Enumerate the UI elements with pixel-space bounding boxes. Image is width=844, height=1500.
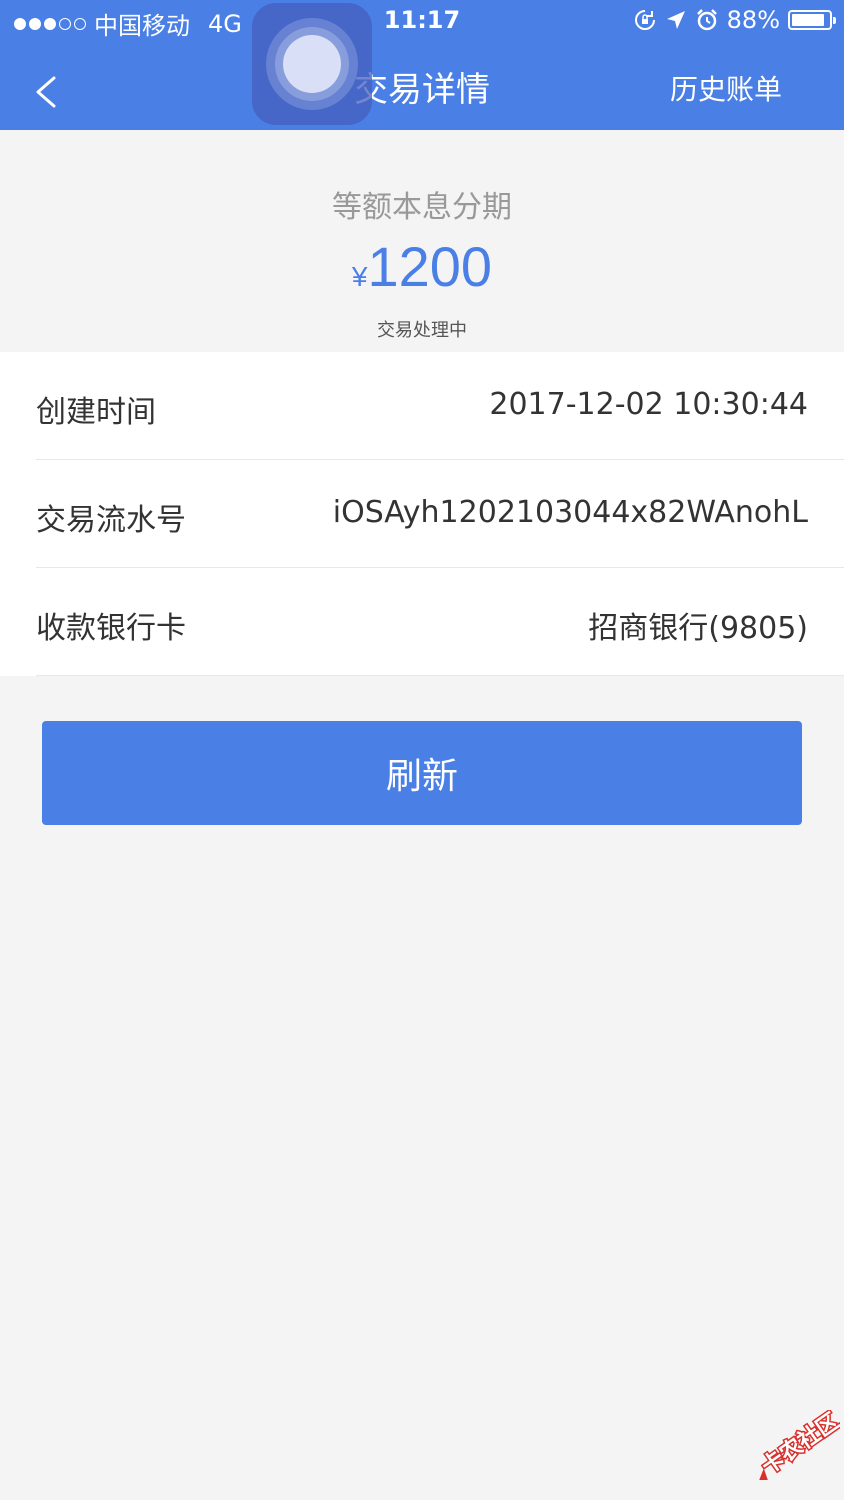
battery-icon	[788, 10, 836, 30]
amount-value: 1200	[367, 235, 493, 298]
rotation-lock-icon	[634, 10, 655, 30]
transaction-amount: ¥1200	[0, 234, 844, 299]
detail-label: 交易流水号	[36, 503, 186, 538]
history-bills-link[interactable]: 历史账单	[670, 68, 782, 108]
detail-row-serial-number: 交易流水号 iOSAyh1202103044x82WAnohL	[36, 460, 844, 568]
nav-bar: 中国移动 4G 11:17 88% 交易详情 历史账单	[0, 0, 844, 130]
detail-value: 2017-12-02 10:30:44	[489, 387, 808, 422]
transaction-details: 创建时间 2017-12-02 10:30:44 交易流水号 iOSAyh120…	[0, 352, 844, 676]
svg-text:卡农社区: 卡农社区	[757, 1410, 840, 1480]
detail-label: 创建时间	[36, 395, 156, 430]
status-bar: 中国移动 4G 11:17 88%	[0, 0, 844, 44]
currency-symbol: ¥	[351, 261, 368, 292]
detail-row-bank-card: 收款银行卡 招商银行(9805)	[36, 568, 844, 676]
installment-plan-label: 等额本息分期	[332, 190, 512, 225]
battery-percent: 88%	[726, 6, 780, 34]
location-icon	[666, 11, 685, 29]
detail-value: 招商银行(9805)	[588, 611, 808, 646]
watermark-logo: 卡农社区	[755, 1410, 840, 1480]
refresh-button[interactable]: 刷新	[42, 721, 802, 825]
transaction-status: 交易处理中	[377, 320, 467, 341]
assistive-touch-button[interactable]	[252, 3, 372, 125]
detail-value: iOSAyh1202103044x82WAnohL	[332, 495, 808, 530]
transaction-summary: 等额本息分期 ¥1200 交易处理中	[0, 130, 844, 352]
detail-label: 收款银行卡	[36, 611, 186, 646]
detail-row-created-time: 创建时间 2017-12-02 10:30:44	[36, 352, 844, 460]
alarm-icon	[696, 9, 717, 31]
